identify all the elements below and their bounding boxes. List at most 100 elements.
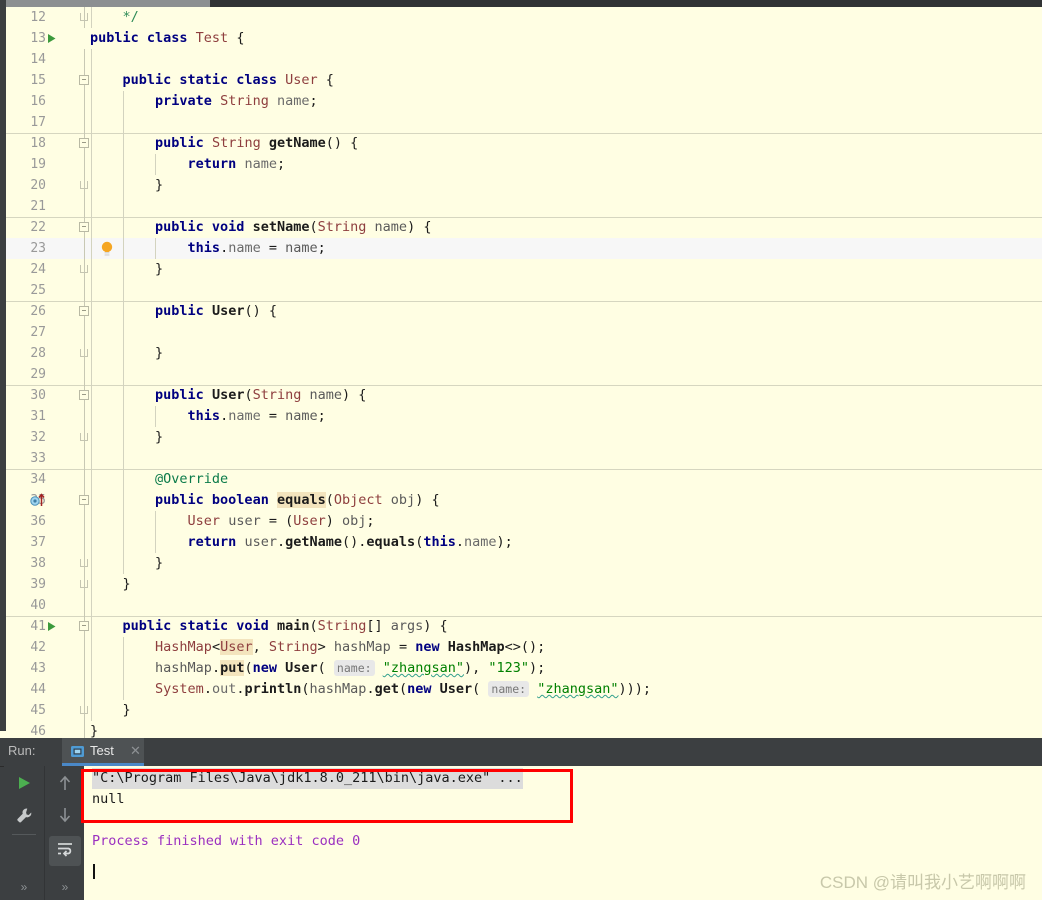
code-token <box>90 660 155 676</box>
scrollbar-thumb[interactable] <box>0 0 210 7</box>
indent-guide <box>123 322 124 343</box>
code-token: () { <box>244 303 277 319</box>
code-line[interactable]: 23 this.name = name; <box>0 238 1042 259</box>
code-line[interactable]: 18 public String getName() { <box>0 133 1042 154</box>
code-line[interactable]: 40 <box>0 595 1042 616</box>
indent-guide <box>91 364 92 385</box>
line-number: 30 <box>0 385 46 406</box>
code-line[interactable]: 37 return user.getName().equals(this.nam… <box>0 532 1042 553</box>
run-icon[interactable] <box>40 28 62 49</box>
code-line[interactable]: 21 <box>0 196 1042 217</box>
indent-guide <box>91 196 92 217</box>
settings-button[interactable] <box>8 802 40 832</box>
code-line[interactable]: 42 HashMap<User, String> hashMap = new H… <box>0 637 1042 658</box>
code-line[interactable]: 19 return name; <box>0 154 1042 175</box>
close-icon[interactable]: ✕ <box>130 743 141 759</box>
run-icon[interactable] <box>40 616 62 637</box>
code-line[interactable]: 31 this.name = name; <box>0 406 1042 427</box>
code-text: } <box>90 721 98 738</box>
code-text: } <box>90 427 163 448</box>
code-token: this <box>423 534 456 550</box>
code-line[interactable]: 14 <box>0 49 1042 70</box>
code-token: ( <box>244 660 252 676</box>
code-token <box>90 513 188 529</box>
code-line[interactable]: 17 <box>0 112 1042 133</box>
code-token: name <box>228 408 261 424</box>
code-editor[interactable]: 12 */13public class Test {1415 public st… <box>0 7 1042 738</box>
code-line[interactable]: 36 User user = (User) obj; <box>0 511 1042 532</box>
code-text: return user.getName().equals(this.name); <box>90 532 513 553</box>
code-line[interactable]: 12 */ <box>0 7 1042 28</box>
code-token <box>90 93 155 109</box>
code-token: public boolean <box>155 492 277 508</box>
line-number: 36 <box>0 511 46 532</box>
code-token: . <box>212 660 220 676</box>
code-line[interactable]: 20 } <box>0 175 1042 196</box>
line-number: 40 <box>0 595 46 616</box>
code-token: Test <box>196 30 229 46</box>
code-line[interactable]: 25 <box>0 280 1042 301</box>
code-line[interactable]: 35 public boolean equals(Object obj) { <box>0 490 1042 511</box>
indent-guide <box>123 196 124 217</box>
code-token: user <box>244 534 277 550</box>
expand-left-button[interactable]: » <box>4 880 44 894</box>
code-token <box>90 156 188 172</box>
code-line[interactable]: 39 } <box>0 574 1042 595</box>
expand-right-button[interactable]: » <box>45 880 85 894</box>
code-line[interactable]: 43 hashMap.put(new User( name: "zhangsan… <box>0 658 1042 679</box>
fold-line <box>78 280 92 301</box>
code-line[interactable]: 41 public static void main(String[] args… <box>0 616 1042 637</box>
up-stack-button[interactable] <box>49 770 81 800</box>
code-line[interactable]: 24 } <box>0 259 1042 280</box>
code-text: User user = (User) obj; <box>90 511 375 532</box>
indent-guide <box>91 280 92 301</box>
code-line[interactable]: 44 System.out.println(hashMap.get(new Us… <box>0 679 1042 700</box>
code-line[interactable]: 30 public User(String name) { <box>0 385 1042 406</box>
code-text: this.name = name; <box>90 406 326 427</box>
code-line[interactable]: 46} <box>0 721 1042 738</box>
code-token <box>90 618 123 634</box>
code-token: ( <box>309 219 317 235</box>
code-line[interactable]: 15 public static class User { <box>0 70 1042 91</box>
code-token: , <box>253 639 269 655</box>
code-token <box>440 639 448 655</box>
code-line[interactable]: 26 public User() { <box>0 301 1042 322</box>
code-line[interactable]: 13public class Test { <box>0 28 1042 49</box>
editor-horizontal-scrollbar[interactable] <box>0 0 1042 7</box>
code-text: */ <box>90 7 139 28</box>
code-token: obj <box>342 513 366 529</box>
code-line[interactable]: 28 } <box>0 343 1042 364</box>
code-token: <>(); <box>505 639 546 655</box>
code-line[interactable]: 38 } <box>0 553 1042 574</box>
code-line[interactable]: 45 } <box>0 700 1042 721</box>
code-line[interactable]: 33 <box>0 448 1042 469</box>
code-line[interactable]: 16 private String name; <box>0 91 1042 112</box>
code-token: String <box>318 618 367 634</box>
code-token: = <box>261 240 285 256</box>
line-number: 23 <box>0 238 46 259</box>
code-token: } <box>90 429 163 445</box>
code-line[interactable]: 32 } <box>0 427 1042 448</box>
code-line[interactable]: 29 <box>0 364 1042 385</box>
soft-wrap-button[interactable] <box>49 836 81 866</box>
code-token: hashMap <box>310 681 367 697</box>
code-text: return name; <box>90 154 285 175</box>
code-token: (). <box>342 534 366 550</box>
code-token: = <box>261 408 285 424</box>
code-line[interactable]: 22 public void setName(String name) { <box>0 217 1042 238</box>
code-token <box>261 135 269 151</box>
code-token: } <box>90 177 163 193</box>
overriding-method-icon[interactable] <box>28 490 50 511</box>
code-line[interactable]: 27 <box>0 322 1042 343</box>
code-token: } <box>90 345 163 361</box>
code-token: . <box>277 534 285 550</box>
code-token: ( <box>244 387 252 403</box>
code-token: name <box>244 156 277 172</box>
code-line[interactable]: 34 @Override <box>0 469 1042 490</box>
down-stack-button[interactable] <box>49 802 81 832</box>
code-token <box>90 471 155 487</box>
rerun-button[interactable] <box>8 770 40 800</box>
code-token: */ <box>123 9 139 25</box>
tab-test[interactable]: Test ✕ <box>62 738 144 766</box>
indent-guide <box>91 49 92 70</box>
